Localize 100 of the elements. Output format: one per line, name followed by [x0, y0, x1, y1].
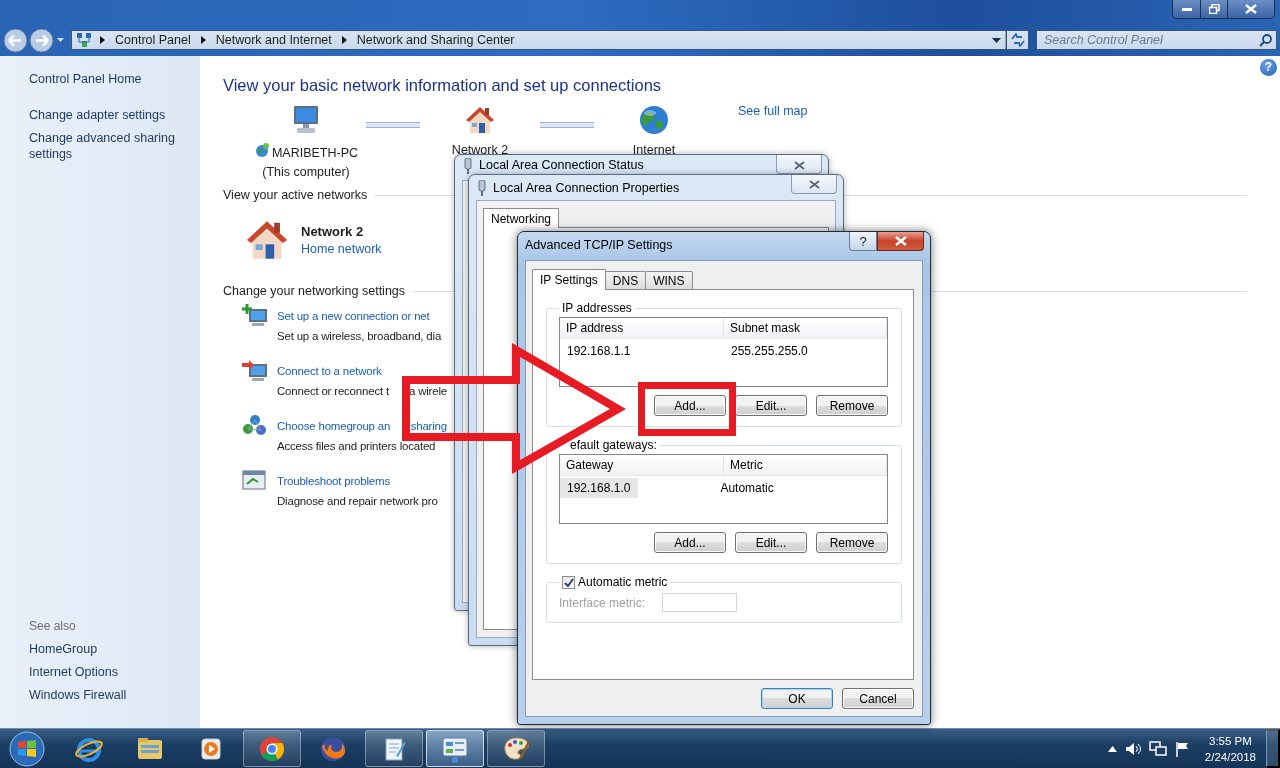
list-cell[interactable]: 255.255.255.0: [724, 341, 887, 361]
task-link[interactable]: Choose homegroup an: [277, 416, 391, 436]
add-button[interactable]: Add...: [654, 395, 726, 416]
address-bar[interactable]: Control Panel Network and Internet Network and Sharing Center: [71, 30, 1007, 50]
taskbar-button[interactable]: [365, 730, 423, 767]
task-link[interactable]: Connect to a network: [277, 361, 382, 381]
windows-orb-icon: [8, 729, 46, 768]
list-cell[interactable]: 192.168.1.1: [560, 341, 724, 361]
chevron-right-icon: [200, 36, 206, 44]
clock-date: 2/24/2018: [1204, 749, 1256, 765]
sidebar-link[interactable]: Windows Firewall: [29, 687, 178, 703]
task-description: Connect or reconnect t: [277, 384, 389, 399]
task-description: Set up a wireless, broadband, dia: [277, 329, 442, 344]
map-node-label: Internet: [632, 142, 676, 158]
globe-icon: [638, 104, 670, 136]
column-header[interactable]: Metric: [724, 455, 887, 475]
tab[interactable]: WINS: [645, 271, 693, 289]
homegroup-icon: [241, 413, 269, 437]
forward-button[interactable]: [28, 28, 54, 52]
sidebar-link[interactable]: Internet Options: [29, 664, 178, 680]
computer-note: (This computer): [262, 164, 350, 180]
control-panel-icon: [76, 32, 92, 48]
map-node-label: Network 2: [451, 142, 509, 158]
group-label: IP addresses: [561, 301, 633, 315]
speaker-icon: [1124, 741, 1141, 756]
task-link[interactable]: sharing: [410, 416, 447, 436]
window-title: Local Area Connection Properties: [493, 180, 680, 195]
dialog-title: Advanced TCP/IP Settings: [525, 238, 673, 252]
task-link[interactable]: Set up a new connection or net: [277, 306, 430, 326]
show-desktop-button[interactable]: [1266, 729, 1280, 768]
restore-button[interactable]: [1201, 0, 1228, 19]
sidebar-link[interactable]: Change advanced sharing settings: [29, 130, 178, 162]
remove-button[interactable]: Remove: [816, 395, 888, 416]
close-icon: [1245, 4, 1257, 14]
minimize-icon: [1181, 7, 1192, 11]
checkbox-label: Automatic metric: [578, 575, 668, 589]
breadcrumb-item[interactable]: Network and Sharing Center: [354, 33, 517, 47]
task-description: a wirele: [408, 384, 447, 399]
chevron-right-icon: [100, 36, 105, 44]
checkbox[interactable]: [562, 576, 575, 590]
search-input[interactable]: Search Control Panel: [1044, 33, 1259, 47]
cancel-button[interactable]: Cancel: [842, 688, 914, 709]
monitor-arrow-icon: [241, 358, 269, 382]
plug-icon: [463, 158, 473, 174]
caret-down-icon: [57, 38, 64, 42]
taskbar-button[interactable]: [426, 730, 484, 767]
task-description: Diagnose and repair network pro: [277, 494, 438, 509]
network-name: Network 2: [301, 224, 365, 239]
tab[interactable]: IP Settings: [532, 269, 606, 290]
sidebar-link[interactable]: Control Panel Home: [29, 71, 178, 87]
see-full-map-link[interactable]: See full map: [738, 104, 808, 118]
edit-button[interactable]: Edit...: [735, 532, 807, 553]
clock-time: 3:55 PM: [1209, 733, 1252, 749]
page-heading: View your basic network information and set up connections: [223, 76, 663, 95]
list-cell[interactable]: Automatic: [713, 478, 887, 498]
monitor-plus-icon: [241, 303, 269, 327]
search-icon: [1259, 33, 1272, 47]
taskbar-button[interactable]: [243, 730, 301, 767]
ok-button[interactable]: OK: [761, 688, 833, 709]
taskbar-button[interactable]: [487, 730, 545, 767]
troubleshoot-window-icon: [241, 468, 269, 492]
window-title: Local Area Connection Status: [479, 158, 644, 172]
add-button[interactable]: Add...: [654, 532, 726, 553]
task-link[interactable]: Troubleshoot problems: [277, 471, 390, 491]
close-button[interactable]: [877, 232, 924, 251]
column-header[interactable]: IP address: [560, 318, 724, 338]
field-label: Interface metric:: [559, 595, 646, 610]
see-also-heading: See also: [29, 619, 77, 633]
list-cell[interactable]: 192.168.1.0: [560, 478, 639, 498]
column-header[interactable]: Subnet mask: [724, 318, 887, 338]
computer-name: MARIBETH-PC: [271, 145, 359, 161]
chevron-right-icon: [341, 36, 347, 44]
network-type-link[interactable]: Home network: [301, 242, 382, 256]
breadcrumb-item[interactable]: Control Panel: [113, 33, 193, 47]
close-button[interactable]: [1228, 0, 1275, 19]
back-button[interactable]: [2, 28, 28, 52]
tab[interactable]: DNS: [604, 271, 647, 289]
network-icon: [1148, 740, 1167, 757]
restore-icon: [1208, 4, 1220, 14]
minimize-button[interactable]: [1172, 0, 1201, 19]
breadcrumb-item[interactable]: Network and Internet: [213, 33, 334, 47]
close-icon: [894, 236, 907, 246]
remove-button[interactable]: Remove: [816, 532, 888, 553]
column-header[interactable]: Gateway: [560, 455, 724, 475]
task-description: Access files and printers located: [277, 439, 436, 454]
edit-button[interactable]: Edit...: [735, 395, 807, 416]
close-icon: [793, 161, 805, 170]
flag-icon: [1174, 740, 1189, 757]
help-button[interactable]: ?: [849, 232, 877, 251]
check-icon: [563, 577, 574, 589]
search-field[interactable]: Search Control Panel: [1036, 30, 1277, 50]
tab[interactable]: Networking: [483, 208, 560, 228]
sidebar-link[interactable]: Change adapter settings: [29, 107, 178, 123]
refresh-button[interactable]: [1007, 30, 1029, 50]
house-icon: [464, 104, 496, 136]
close-icon: [808, 179, 820, 189]
network-globe-icon: [253, 142, 270, 158]
section-heading: View your active networks: [223, 188, 368, 202]
sidebar-link[interactable]: HomeGroup: [29, 641, 178, 657]
caret-down-icon: [992, 37, 1001, 43]
